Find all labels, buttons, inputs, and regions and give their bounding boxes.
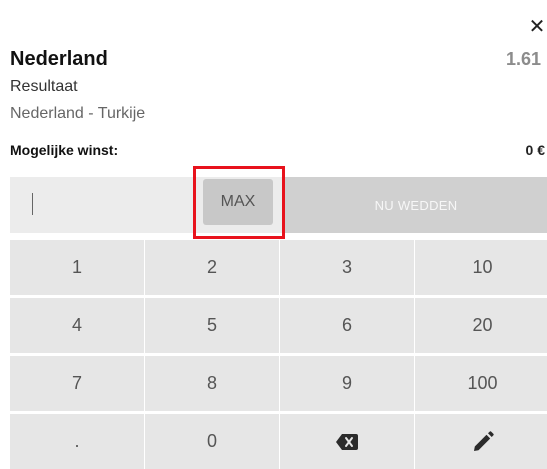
selection-odds: 1.61 <box>505 49 541 69</box>
stake-input[interactable] <box>10 177 200 233</box>
close-icon[interactable]: ✕ <box>528 17 546 37</box>
key-5[interactable]: 5 <box>145 298 279 353</box>
key-3[interactable]: 3 <box>280 240 414 295</box>
backspace-icon <box>336 433 358 450</box>
edit-key[interactable] <box>415 414 547 469</box>
key-0[interactable]: 0 <box>145 414 279 469</box>
potential-winnings-label: Mogelijke winst: <box>10 142 119 158</box>
numeric-keypad: 1 2 3 10 4 5 6 20 7 8 9 100 . 0 <box>10 240 547 469</box>
key-decimal[interactable]: . <box>10 414 144 469</box>
potential-winnings-value: 0 € <box>525 142 545 158</box>
backspace-key[interactable] <box>280 414 414 469</box>
match-name: Nederland - Turkije <box>10 105 146 122</box>
edit-icon <box>473 430 494 451</box>
key-7[interactable]: 7 <box>10 356 144 411</box>
key-10[interactable]: 10 <box>415 240 547 295</box>
key-4[interactable]: 4 <box>10 298 144 353</box>
key-20[interactable]: 20 <box>415 298 547 353</box>
key-9[interactable]: 9 <box>280 356 414 411</box>
text-caret <box>32 193 33 215</box>
key-6[interactable]: 6 <box>280 298 414 353</box>
key-2[interactable]: 2 <box>145 240 279 295</box>
key-8[interactable]: 8 <box>145 356 279 411</box>
market-name: Resultaat <box>10 78 78 95</box>
key-100[interactable]: 100 <box>415 356 547 411</box>
place-bet-button[interactable]: NU WEDDEN <box>285 177 547 233</box>
key-1[interactable]: 1 <box>10 240 144 295</box>
max-button-highlight <box>193 166 285 239</box>
selection-team: Nederland <box>10 48 108 70</box>
